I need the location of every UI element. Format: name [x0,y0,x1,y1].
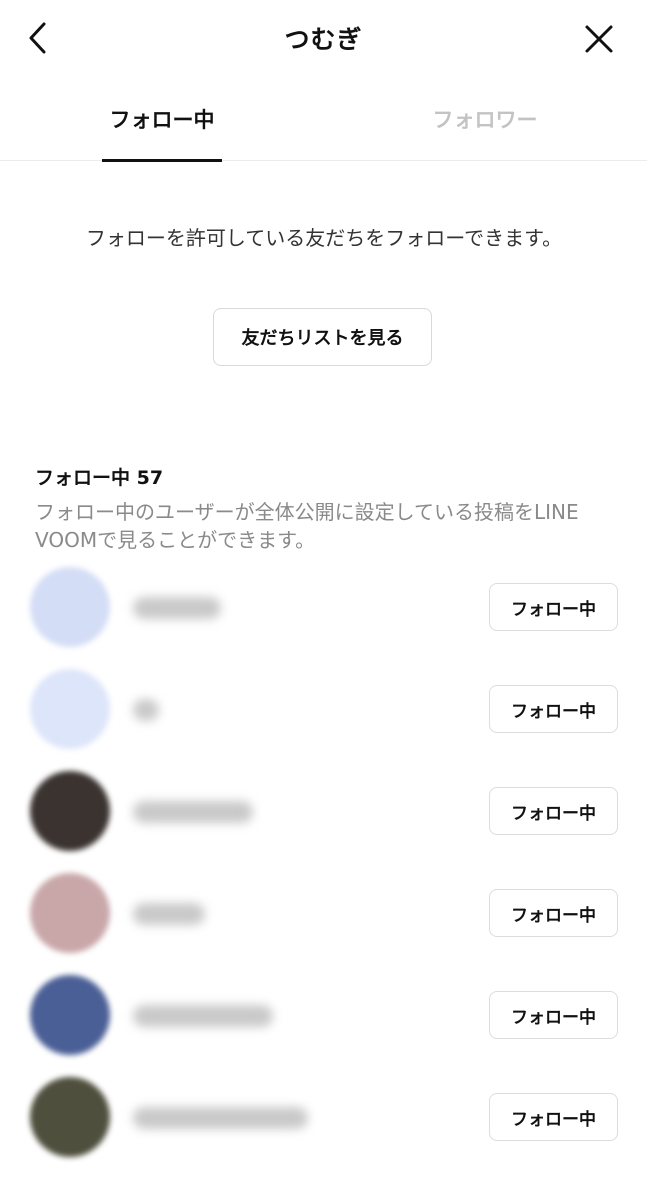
following-button[interactable]: フォロー中 [489,991,618,1039]
page-title: つむぎ [284,25,363,54]
list-item[interactable]: フォロー中 [0,769,647,871]
following-count-title: フォロー中 57 [35,467,164,489]
list-item[interactable]: フォロー中 [0,565,647,667]
tab-bar: フォロー中 フォロワー [0,90,647,162]
user-name-blurred [133,1005,273,1027]
view-friends-list-button[interactable]: 友だちリストを見る [213,308,432,366]
list-item[interactable]: フォロー中 [0,871,647,973]
avatar[interactable] [30,669,110,749]
user-name-blurred [133,699,159,721]
following-button[interactable]: フォロー中 [489,787,618,835]
list-item[interactable]: フォロー中 [0,973,647,1075]
avatar[interactable] [30,1077,110,1157]
user-name-blurred [133,1107,308,1129]
following-button[interactable]: フォロー中 [489,583,618,631]
avatar[interactable] [30,873,110,953]
user-name-blurred [133,801,253,823]
following-button[interactable]: フォロー中 [489,889,618,937]
close-button[interactable] [578,18,620,60]
avatar[interactable] [30,567,110,647]
follow-permission-notice: フォローを許可している友だちをフォローできます。 [85,226,563,250]
list-item[interactable]: フォロー中 [0,1075,647,1177]
following-button[interactable]: フォロー中 [489,685,618,733]
user-name-blurred [133,903,205,925]
user-name-blurred [133,597,221,619]
following-button[interactable]: フォロー中 [489,1093,618,1141]
avatar[interactable] [30,975,110,1055]
tab-followers[interactable]: フォロワー [410,104,560,160]
list-item[interactable]: フォロー中 [0,667,647,769]
tab-following[interactable]: フォロー中 [102,104,222,162]
header: つむぎ [0,0,647,80]
following-description: フォロー中のユーザーが全体公開に設定している投稿をLINE VOOMで見ることが… [35,500,579,552]
close-icon [585,25,613,53]
avatar[interactable] [30,771,110,851]
following-list: フォロー中 フォロー中 フォロー中 フォロー中 フォロー中 フォロー中 [0,565,647,1177]
